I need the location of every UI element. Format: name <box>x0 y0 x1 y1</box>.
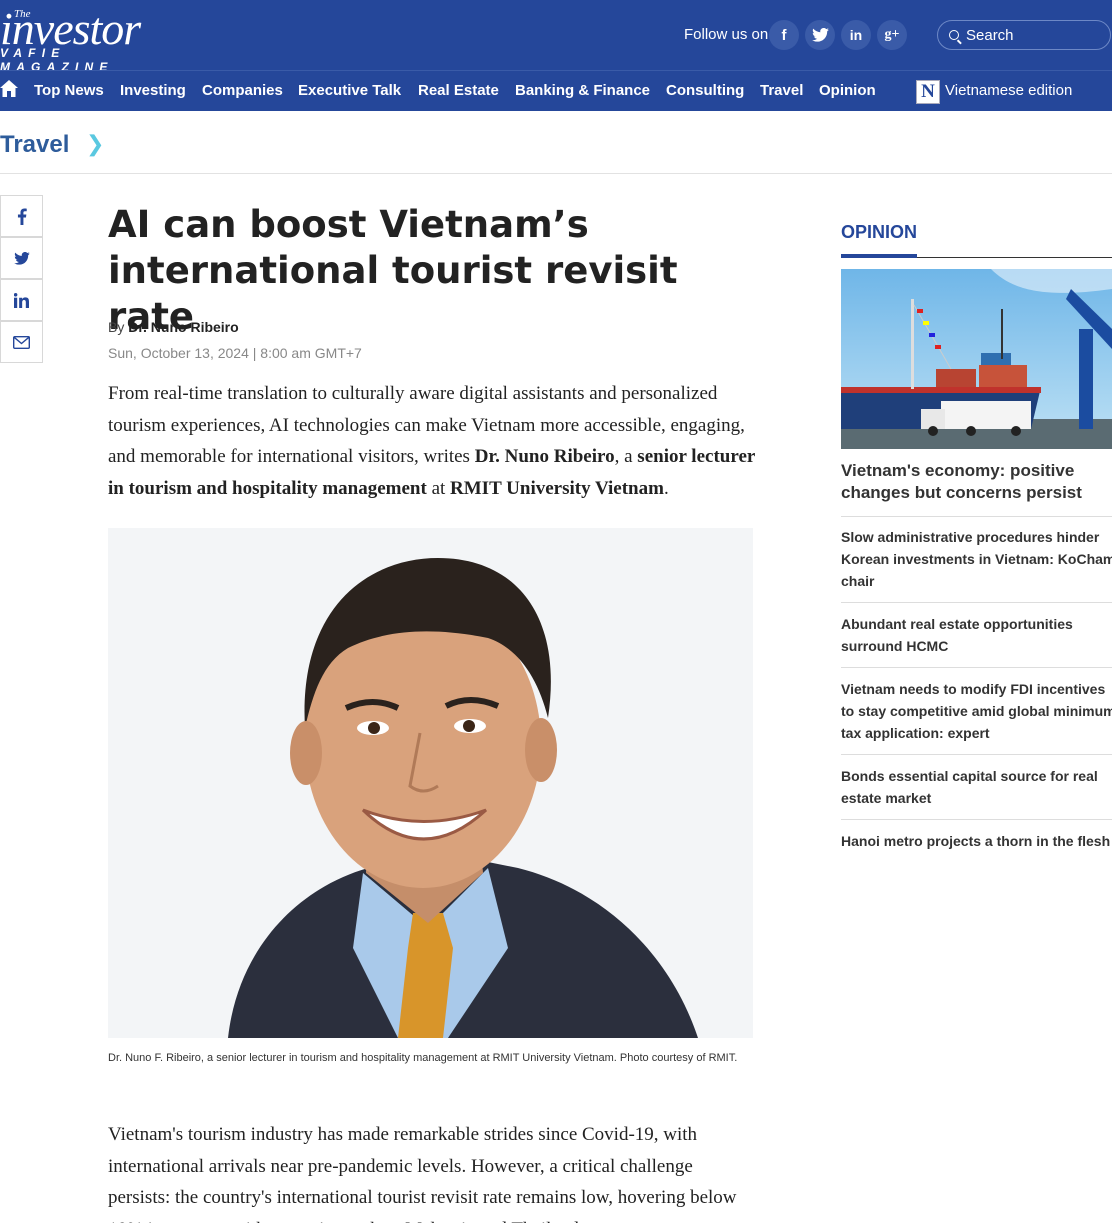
featured-opinion-image[interactable] <box>841 269 1112 449</box>
nav-opinion[interactable]: Opinion <box>819 82 876 99</box>
home-icon[interactable] <box>0 80 18 98</box>
lead-author: Dr. Nuno Ribeiro <box>474 446 615 467</box>
site-logo[interactable]: The investor VAFIE MAGAZINE <box>0 6 180 75</box>
nav-executive-talk[interactable]: Executive Talk <box>298 82 401 99</box>
opinion-list-item[interactable]: Hanoi metro projects a thorn in the fles… <box>841 830 1112 852</box>
nav-banking-finance[interactable]: Banking & Finance <box>515 82 650 99</box>
top-header: The investor VAFIE MAGAZINE Follow us on… <box>0 0 1112 75</box>
linkedin-icon[interactable]: in <box>841 20 871 50</box>
breadcrumb-divider <box>0 173 1112 174</box>
photo-caption: Dr. Nuno F. Ribeiro, a senior lecturer i… <box>108 1052 738 1064</box>
sidebar-divider <box>841 819 1112 820</box>
opinion-list-item[interactable]: Slow administrative procedures hinder Ko… <box>841 526 1112 592</box>
lead-org: RMIT University Vietnam <box>450 477 664 499</box>
opinion-list-item[interactable]: Bonds essential capital source for real … <box>841 765 1112 809</box>
main-nav: Top News Investing Companies Executive T… <box>0 70 1112 111</box>
search-placeholder: Search <box>966 27 1014 44</box>
opinion-list-item[interactable]: Abundant real estate opportunities surro… <box>841 613 1112 657</box>
byline-prefix: By <box>108 319 125 335</box>
opinion-heading-underline <box>841 254 917 258</box>
featured-opinion-title[interactable]: Vietnam's economy: positive changes but … <box>841 460 1112 504</box>
facebook-icon[interactable]: f <box>769 20 799 50</box>
author-photo <box>108 528 753 1038</box>
nav-top-news[interactable]: Top News <box>34 82 104 99</box>
twitter-icon[interactable] <box>805 20 835 50</box>
share-linkedin-button[interactable] <box>0 279 43 321</box>
sidebar-divider <box>841 516 1112 517</box>
lead-text-3: at <box>426 477 451 499</box>
sidebar-divider <box>841 602 1112 603</box>
opinion-heading[interactable]: OPINION <box>841 222 917 243</box>
lead-text-2: , a <box>614 446 638 467</box>
nav-consulting[interactable]: Consulting <box>666 82 744 99</box>
nav-travel[interactable]: Travel <box>760 82 803 99</box>
article-byline: By Dr. Nuno Ribeiro <box>108 319 239 335</box>
article-lead: From real-time translation to culturally… <box>108 378 758 504</box>
sidebar-divider <box>841 754 1112 755</box>
sidebar-divider <box>841 667 1112 668</box>
article-body-paragraph: Vietnam's tourism industry has made rema… <box>108 1124 737 1223</box>
nav-companies[interactable]: Companies <box>202 82 283 99</box>
share-twitter-button[interactable] <box>0 237 43 279</box>
share-facebook-button[interactable] <box>0 195 43 237</box>
share-email-button[interactable] <box>0 321 43 363</box>
search-icon <box>949 30 959 40</box>
nav-investing[interactable]: Investing <box>120 82 186 99</box>
article-date: Sun, October 13, 2024 | 8:00 am GMT+7 <box>108 345 362 361</box>
breadcrumb-section[interactable]: Travel <box>0 131 69 159</box>
breadcrumb-arrow-icon: ❯ <box>86 131 105 156</box>
search-input[interactable]: Search <box>937 20 1111 50</box>
follow-label: Follow us on <box>684 26 769 43</box>
lead-text-4: . <box>663 477 669 499</box>
vietnamese-edition-logo[interactable]: N <box>916 80 940 104</box>
vietnamese-edition-link[interactable]: Vietnamese edition <box>945 82 1072 99</box>
author-name[interactable]: Dr. Nuno Ribeiro <box>128 319 238 335</box>
google-plus-icon[interactable]: g+ <box>877 20 907 50</box>
opinion-list-item[interactable]: Vietnam needs to modify FDI incentives t… <box>841 678 1112 744</box>
nav-real-estate[interactable]: Real Estate <box>418 82 499 99</box>
